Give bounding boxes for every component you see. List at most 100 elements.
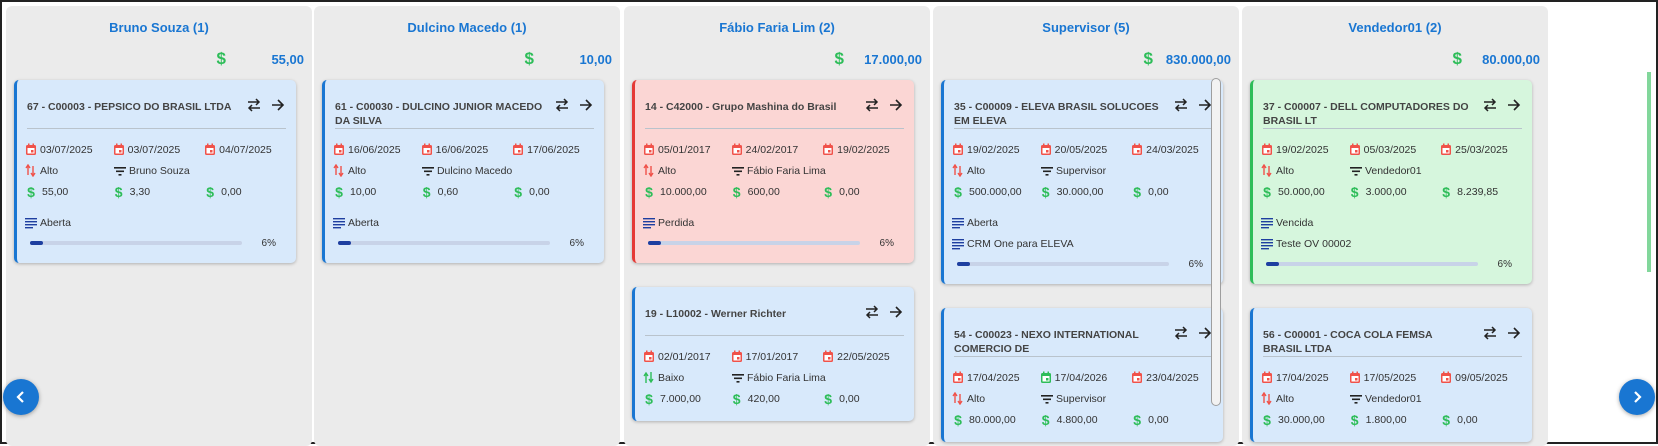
priority-label: Alto	[967, 392, 986, 405]
dates-row: 03/07/2025 03/07/2025 04/07/2025	[25, 139, 288, 160]
card-date: 16/06/2025	[348, 143, 401, 156]
dates-row: 16/06/2025 16/06/2025 17/06/2025	[333, 139, 596, 160]
column-total: $ 17.000,00	[835, 49, 922, 69]
card-date: 23/04/2025	[1146, 371, 1199, 384]
dollar-icon: $	[514, 183, 523, 200]
owner-label: Fábio Faria Lima	[746, 371, 826, 384]
calendar-icon	[644, 350, 654, 362]
card-info-line: Aberta	[25, 212, 288, 233]
transfer-icon[interactable]	[1482, 326, 1498, 340]
dates-row: 05/01/2017 24/02/2017 19/02/2025	[643, 139, 906, 160]
card-date: 19/02/2025	[1276, 143, 1329, 156]
column-total-amount: 17.000,00	[864, 51, 922, 67]
card-date: 24/03/2025	[1146, 143, 1199, 156]
dollar-icon: $	[1442, 183, 1451, 200]
card-title: 19 - L10002 - Werner Richter	[645, 308, 787, 320]
card-value: 80.000,00	[969, 413, 1016, 426]
dollar-icon: $	[422, 183, 431, 200]
column-total-amount: 10,00	[579, 51, 612, 67]
card-date: 24/02/2017	[745, 143, 799, 156]
dollar-icon: $	[834, 49, 844, 68]
column-title: Fábio Faria Lim (2)	[719, 20, 835, 35]
calendar-icon	[1441, 371, 1452, 383]
column-title: Dulcino Macedo (1)	[407, 20, 527, 35]
arrow-right-icon[interactable]	[578, 98, 594, 112]
opportunity-card[interactable]: 54 - C00023 - NEXO INTERNATIONAL COMERCI…	[941, 308, 1223, 442]
progress-fill	[648, 241, 661, 245]
priority-row: Baixo Fábio Faria Lima	[643, 367, 906, 388]
card-value: 500.000,00	[969, 185, 1022, 198]
card-info-text: Teste OV 00002	[1276, 237, 1352, 250]
scroll-left-button[interactable]	[3, 379, 39, 415]
column-title: Vendedor01 (2)	[1348, 20, 1442, 35]
transfer-icon[interactable]	[554, 98, 570, 112]
filter-icon	[1040, 395, 1053, 404]
card-value: 30.000,00	[1278, 413, 1325, 426]
card-title: 14 - C42000 - Grupo Mashina do Brasil	[645, 101, 837, 113]
transfer-icon[interactable]	[1173, 326, 1189, 340]
card-value: 600,00	[747, 185, 780, 198]
priority-row: Alto Supervisor	[952, 160, 1215, 181]
dollar-icon: $	[1041, 183, 1050, 200]
kanban-column: Bruno Souza (1) $ 55,00 67 - C00003 - PE…	[6, 6, 312, 446]
progress-row: 6%	[25, 235, 288, 251]
card-title: 67 - C00003 - PEPSICO DO BRASIL LTDA	[27, 101, 232, 113]
progress-label: 6%	[261, 237, 276, 249]
progress-fill	[1266, 262, 1279, 266]
opportunity-card[interactable]: 61 - C00030 - DULCINO JUNIOR MACEDO DA S…	[322, 80, 604, 263]
column-total: $ 80.000,00	[1453, 49, 1540, 69]
chevron-left-icon	[16, 391, 24, 403]
calendar-icon	[823, 143, 834, 155]
card-date: 03/07/2025	[40, 143, 93, 156]
opportunity-card[interactable]: 37 - C00007 - DELL COMPUTADORES DO BRASI…	[1250, 80, 1532, 284]
column-scrollbar[interactable]	[1211, 78, 1221, 406]
arrow-right-icon[interactable]	[1506, 98, 1522, 112]
progress-row: 6%	[643, 235, 906, 251]
priority-down-icon	[952, 392, 963, 405]
dollar-icon: $	[1263, 183, 1271, 200]
card-date: 05/03/2025	[1363, 143, 1417, 156]
status-lines-icon	[333, 218, 345, 229]
opportunity-card[interactable]: 14 - C42000 - Grupo Mashina do Brasil 05…	[632, 80, 914, 263]
opportunity-card[interactable]: 67 - C00003 - PEPSICO DO BRASIL LTDA 03/…	[14, 80, 296, 263]
opportunity-card[interactable]: 35 - C00009 - ELEVA BRASIL SOLUCOES EM E…	[941, 80, 1223, 284]
filter-icon	[113, 167, 126, 176]
card-value: 7.000,00	[660, 392, 701, 405]
priority-row: Alto Vendedor01	[1261, 388, 1524, 409]
filter-icon	[731, 167, 744, 176]
card-list: 61 - C00030 - DULCINO JUNIOR MACEDO DA S…	[322, 80, 604, 287]
owner-label: Supervisor	[1055, 392, 1107, 405]
card-date: 17/06/2025	[527, 143, 580, 156]
arrow-right-icon[interactable]	[270, 98, 286, 112]
opportunity-card[interactable]: 56 - C00001 - COCA COLA FEMSA BRASIL LTD…	[1250, 308, 1532, 442]
dates-row: 19/02/2025 20/05/2025 24/03/2025	[952, 139, 1215, 160]
dollar-icon: $	[1133, 411, 1142, 428]
transfer-icon[interactable]	[1173, 98, 1189, 112]
priority-down-icon	[1261, 164, 1272, 177]
progress-label: 6%	[1188, 258, 1203, 270]
card-date: 25/03/2025	[1455, 143, 1508, 156]
card-value: 30.000,00	[1056, 185, 1104, 198]
card-value: 4.800,00	[1056, 413, 1098, 426]
transfer-icon[interactable]	[246, 98, 262, 112]
calendar-icon	[113, 143, 124, 155]
progress-fill	[957, 262, 970, 266]
card-value: 10.000,00	[660, 185, 707, 198]
opportunity-card[interactable]: 19 - L10002 - Werner Richter 02/01/2017 1…	[632, 287, 914, 421]
progress-label: 6%	[569, 237, 584, 249]
calendar-icon	[1040, 143, 1051, 155]
scroll-right-button[interactable]	[1619, 379, 1655, 415]
arrow-right-icon[interactable]	[1506, 326, 1522, 340]
kanban-column: Vendedor01 (2) $ 80.000,00 37 - C00007 -…	[1242, 6, 1548, 446]
arrow-right-icon[interactable]	[888, 98, 904, 112]
calendar-icon	[1132, 143, 1143, 155]
dates-row: 17/04/2025 17/05/2025 09/05/2025	[1261, 367, 1524, 388]
priority-up-icon	[643, 371, 654, 384]
transfer-icon[interactable]	[864, 305, 880, 319]
transfer-icon[interactable]	[864, 98, 880, 112]
calendar-icon	[421, 143, 432, 155]
transfer-icon[interactable]	[1482, 98, 1498, 112]
card-value: 0,60	[437, 185, 459, 198]
arrow-right-icon[interactable]	[888, 305, 904, 319]
values-row: $55,00 $3,30 $0,00	[25, 181, 288, 202]
